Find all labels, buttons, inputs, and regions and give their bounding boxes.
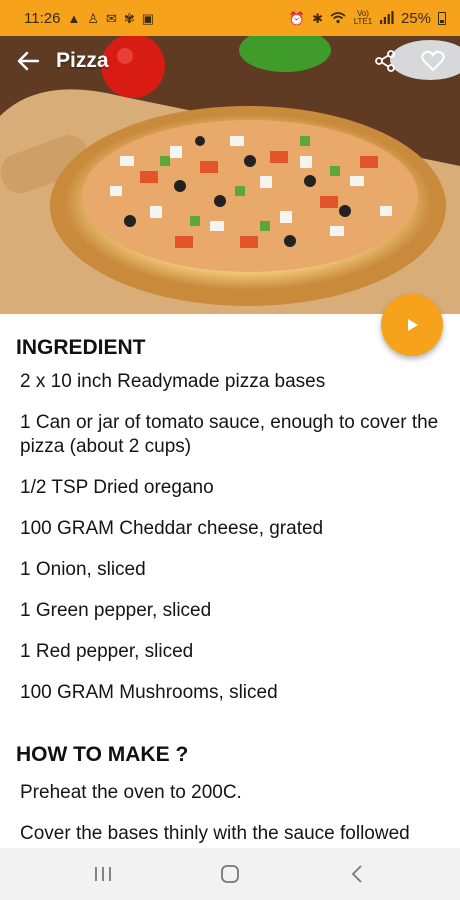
pinwheel-icon: ✾ bbox=[123, 10, 135, 26]
status-time: 11:26 bbox=[24, 9, 61, 27]
ingredient-list: 2 x 10 inch Readymade pizza bases 1 Can … bbox=[16, 370, 444, 705]
signal-icon bbox=[379, 10, 394, 26]
alarm-icon: ⏰ bbox=[288, 10, 306, 26]
warning-icon: ▲ bbox=[67, 10, 81, 26]
ingredient-item: 1 Onion, sliced bbox=[20, 559, 146, 580]
bluetooth-icon: ✱ bbox=[312, 10, 323, 26]
arrow-left-icon[interactable] bbox=[14, 47, 42, 75]
ingredient-item: 100 GRAM Mushrooms, sliced bbox=[20, 682, 278, 703]
recent-apps-icon[interactable] bbox=[79, 854, 127, 894]
status-right: ⏰ ✱ Vo) LTE1 25% bbox=[289, 10, 446, 27]
app-actions bbox=[372, 48, 446, 74]
battery-percent: 25% bbox=[400, 9, 431, 27]
how-to-make-heading: HOW TO MAKE ? bbox=[16, 743, 189, 766]
wifi-icon bbox=[330, 11, 346, 26]
status-bar: 11:26 ▲ ♙ ✉ ✾ ▣ ⏰ ✱ Vo) LTE1 25% bbox=[0, 0, 460, 36]
gmail-icon: ✉ bbox=[105, 10, 117, 26]
ingredients-heading: INGREDIENT bbox=[16, 336, 146, 359]
ingredient-item: 1/2 TSP Dried oregano bbox=[20, 477, 214, 498]
app-bar: Pizza bbox=[0, 36, 460, 86]
volte-lte-icon: Vo) LTE1 bbox=[353, 9, 373, 26]
image-icon: ▣ bbox=[141, 10, 155, 26]
ingredient-item: 1 Can or jar of tomato sauce, enough to … bbox=[20, 412, 439, 457]
battery-icon bbox=[438, 11, 446, 25]
recipe-content[interactable]: INGREDIENT 2 x 10 inch Readymade pizza b… bbox=[0, 314, 460, 848]
status-left: 11:26 ▲ ♙ ✉ ✾ ▣ bbox=[24, 10, 154, 27]
step-item: Preheat the oven to 200C. bbox=[20, 782, 242, 803]
heart-outline-icon[interactable] bbox=[420, 48, 446, 74]
back-icon[interactable] bbox=[333, 854, 381, 894]
ingredient-item: 1 Red pepper, sliced bbox=[20, 641, 194, 662]
home-icon[interactable] bbox=[206, 854, 254, 894]
notification-person-icon: ♙ bbox=[87, 10, 99, 26]
ingredient-item: 100 GRAM Cheddar cheese, grated bbox=[20, 518, 324, 539]
step-item: Cover the bases thinly with the sauce fo… bbox=[20, 823, 410, 844]
ingredient-item: 2 x 10 inch Readymade pizza bases bbox=[20, 371, 326, 392]
navigation-bar bbox=[0, 848, 460, 900]
share-icon[interactable] bbox=[372, 48, 398, 74]
ingredient-item: 1 Green pepper, sliced bbox=[20, 600, 212, 621]
page-title: Pizza bbox=[56, 49, 109, 72]
step-list: Preheat the oven to 200C. Cover the base… bbox=[16, 781, 444, 846]
